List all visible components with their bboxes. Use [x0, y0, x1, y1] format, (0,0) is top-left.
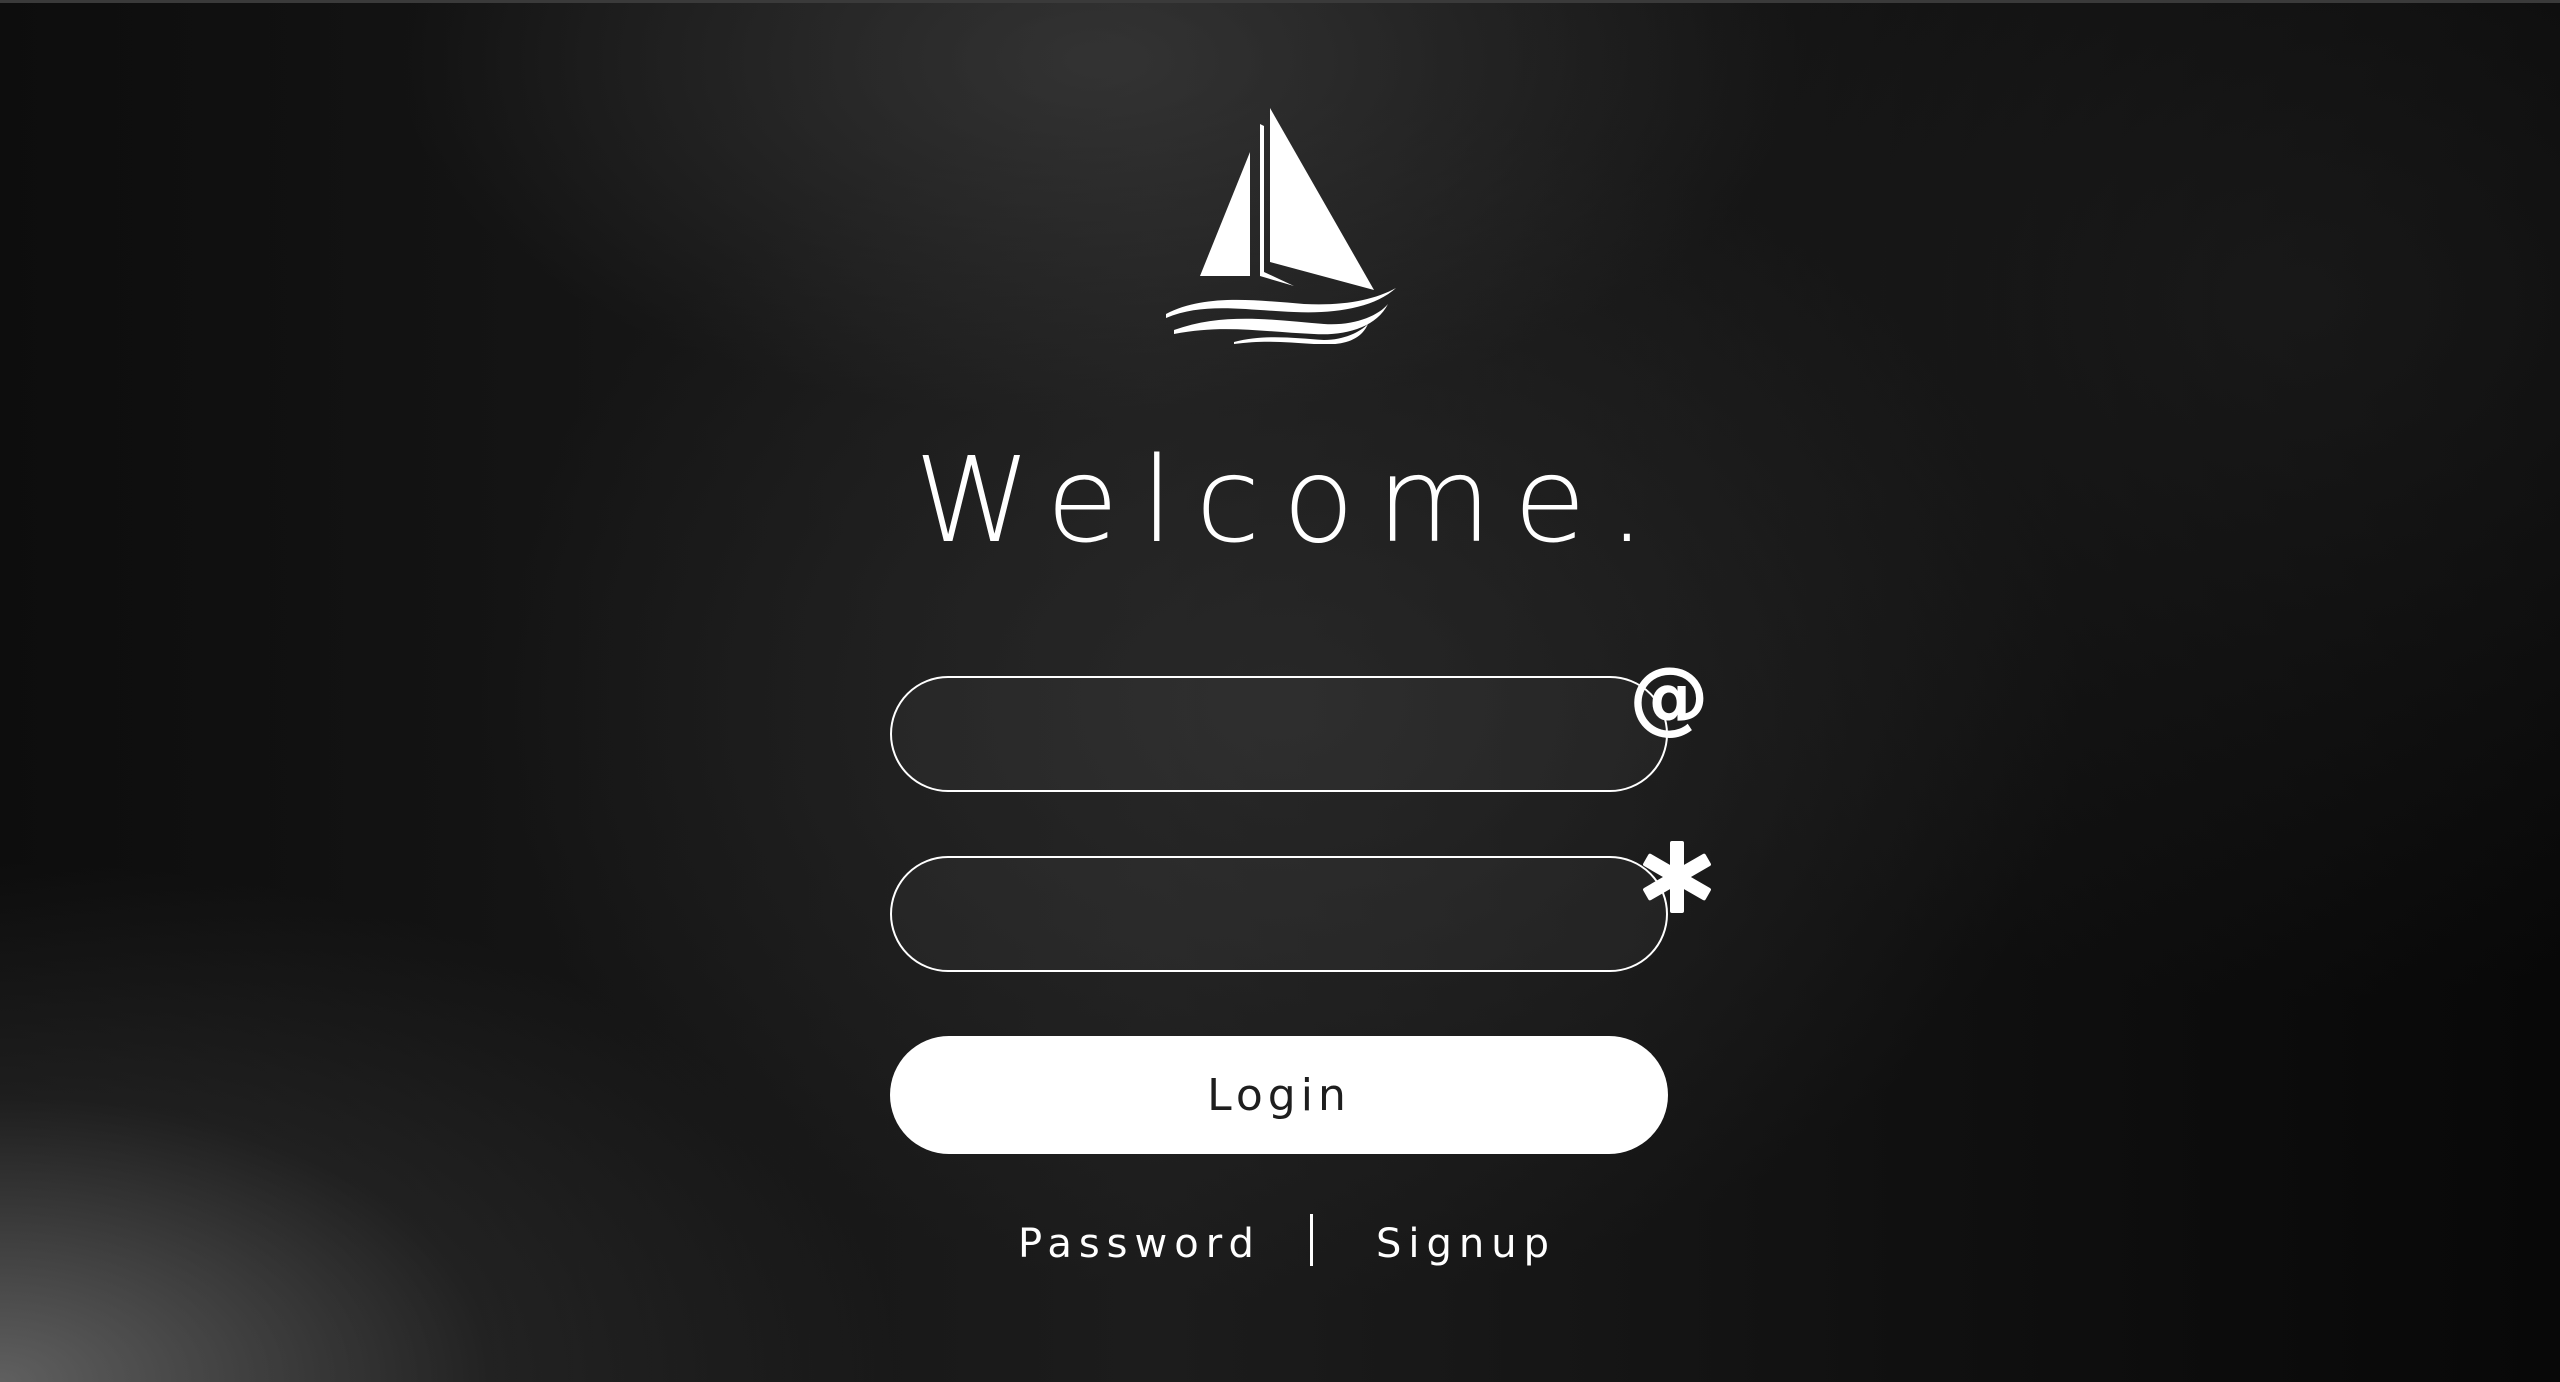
page-title: Welcome. [914, 431, 1668, 569]
email-input[interactable] [932, 678, 1616, 792]
password-field[interactable] [890, 856, 1668, 972]
forgot-password-link[interactable]: Password [1018, 1214, 1261, 1274]
login-button[interactable]: Login [890, 1036, 1668, 1154]
password-input[interactable] [932, 858, 1616, 972]
link-divider [1310, 1214, 1313, 1266]
email-field[interactable] [890, 676, 1668, 792]
top-border [0, 0, 2560, 3]
asterisk-icon [1643, 841, 1711, 913]
footer-links: Password Signup [0, 1214, 2560, 1274]
signup-link[interactable]: Signup [1376, 1214, 1556, 1274]
at-icon: @ [1629, 650, 1709, 743]
sailboat-logo-icon [1166, 108, 1396, 344]
